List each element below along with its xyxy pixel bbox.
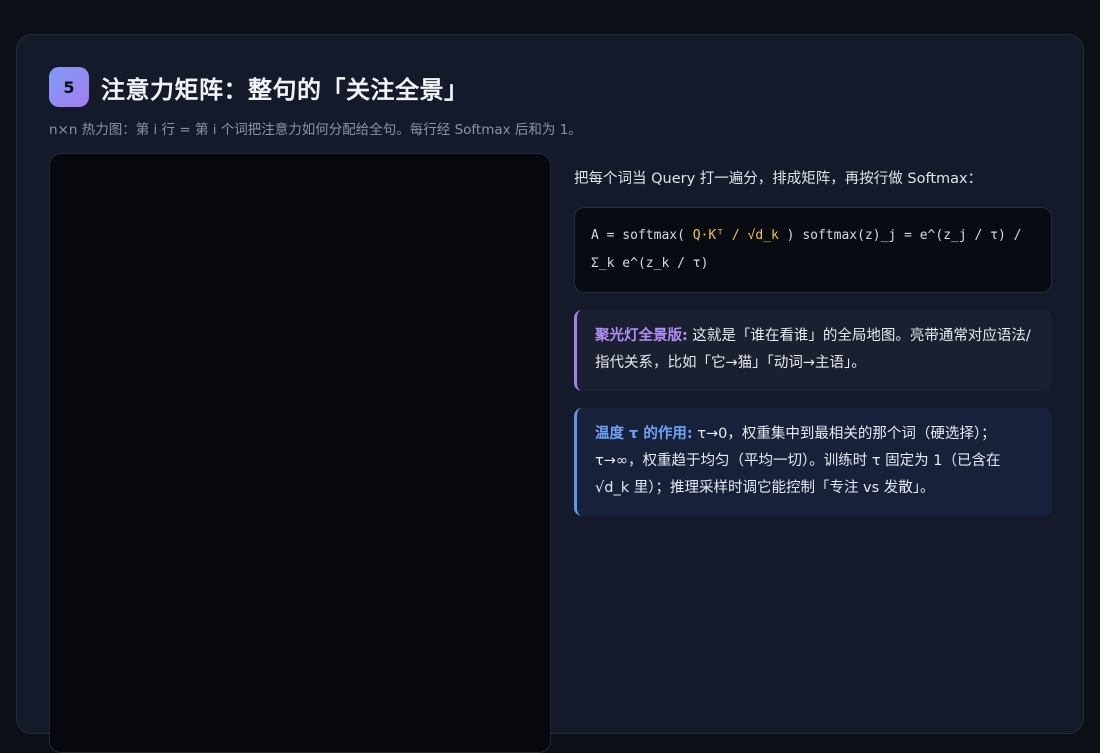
spotlight-note: 聚光灯全景版: 这就是「谁在看谁」的全局地图。亮带通常对应语法/指代关系，比如「… xyxy=(574,310,1052,391)
formula-block: A = softmax( Q·Kᵀ / √d_k ) softmax(z)_j … xyxy=(574,207,1052,293)
temperature-note-lead: 温度 τ 的作用: xyxy=(595,426,693,442)
temperature-note: 温度 τ 的作用: τ→0，权重集中到最相关的那个词（硬选择）；τ→∞，权重趋于… xyxy=(574,408,1052,516)
spotlight-note-lead: 聚光灯全景版: xyxy=(595,328,688,344)
explanation-panel: 把每个词当 Query 打一遍分，排成矩阵，再按行做 Softmax： A = … xyxy=(574,169,1052,516)
formula-prefix: A = softmax( xyxy=(591,228,693,243)
section-number-badge: 5 xyxy=(49,67,89,107)
formula-highlight: Q·Kᵀ / √d_k xyxy=(692,228,779,243)
section-subtitle: n×n 热力图：第 i 行 = 第 i 个词把注意力如何分配给全句。每行经 So… xyxy=(49,122,582,138)
attention-heatmap-canvas[interactable] xyxy=(49,153,551,753)
intro-text: 把每个词当 Query 打一遍分，排成矩阵，再按行做 Softmax： xyxy=(574,171,983,187)
section-card: 5 注意力矩阵：整句的「关注全景」 n×n 热力图：第 i 行 = 第 i 个词… xyxy=(16,34,1084,753)
section-title: 注意力矩阵：整句的「关注全景」 xyxy=(101,75,469,104)
section-header: 5 注意力矩阵：整句的「关注全景」 xyxy=(49,67,469,107)
